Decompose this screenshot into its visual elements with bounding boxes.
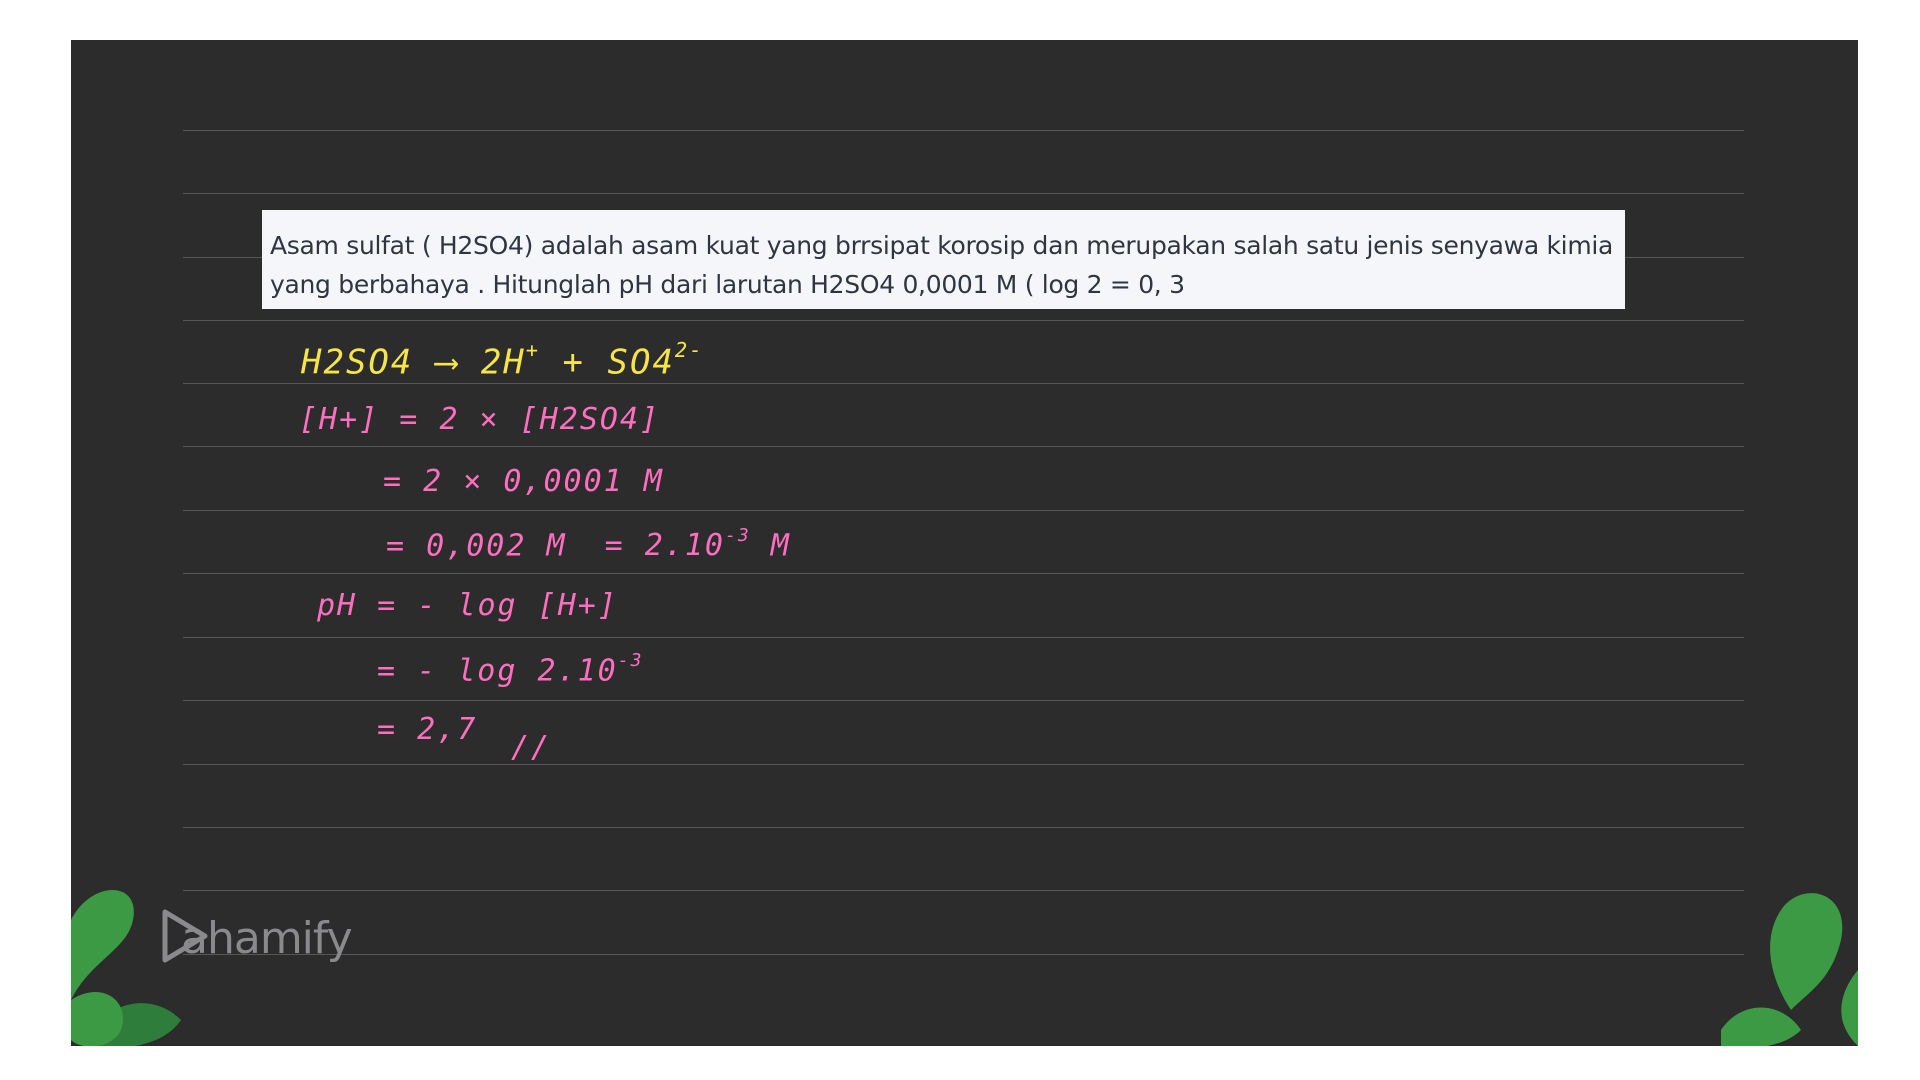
product-h-charge: +	[525, 338, 541, 362]
ruled-line	[183, 193, 1744, 194]
reactant: H2SO4	[301, 342, 414, 383]
final-answer-mark: //	[511, 730, 552, 765]
product-so4-charge: 2-	[674, 338, 704, 362]
step-1-rhs: 2 × [H2SO4]	[439, 402, 661, 437]
product-so4: SO4	[607, 342, 675, 383]
step-3: = 0,002 M = 2.10-3 M	[386, 525, 791, 563]
question-box: Asam sulfat ( H2SO4) adalah asam kuat ya…	[262, 210, 1625, 309]
step-2: = 2 × 0,0001 M	[383, 464, 664, 499]
reaction-plus: +	[562, 342, 586, 383]
ruled-line	[183, 383, 1744, 384]
step-5-text: = - log 2.10	[377, 653, 618, 689]
step-3-a: = 0,002 M	[386, 528, 567, 564]
ruled-line	[183, 637, 1744, 638]
brand-logo: ahamify	[159, 908, 353, 964]
step-4-lhs: pH =	[317, 588, 398, 623]
step-5: = - log 2.10-3	[377, 650, 643, 688]
step-1: [H+] = 2 × [H2SO4]	[299, 402, 660, 437]
leaf-decoration-right	[1721, 893, 1858, 1046]
reaction-arrow: ⟶	[435, 342, 459, 383]
ruled-line	[183, 827, 1744, 828]
brand-name: ahamify	[181, 913, 353, 964]
product-h: 2H	[480, 342, 526, 383]
reaction-equation: H2SO4 ⟶ 2H+ + SO42-	[301, 338, 703, 382]
ruled-line	[183, 510, 1744, 511]
step-3-unit: M	[770, 528, 791, 564]
ruled-line	[183, 890, 1744, 891]
ruled-line	[183, 573, 1744, 574]
step-4-rhs: - log [H+]	[417, 588, 618, 623]
question-line-2: yang berbahaya . Hitunglah pH dari larut…	[270, 270, 1185, 299]
ruled-line	[183, 320, 1744, 321]
ruled-line	[183, 954, 1744, 955]
ruled-line	[183, 764, 1744, 765]
question-line-1: Asam sulfat ( H2SO4) adalah asam kuat ya…	[270, 231, 1614, 260]
ruled-line	[183, 446, 1744, 447]
step-4: pH = - log [H+]	[317, 588, 618, 623]
step-5-exp: -3	[617, 650, 644, 671]
step-6: = 2,7	[377, 712, 478, 747]
ruled-line	[183, 700, 1744, 701]
step-1-lhs: [H+] =	[299, 402, 420, 437]
whiteboard: Asam sulfat ( H2SO4) adalah asam kuat ya…	[71, 40, 1858, 1046]
step-3-exp: -3	[725, 525, 751, 546]
step-3-b: = 2.10	[604, 528, 725, 564]
ruled-line	[183, 130, 1744, 131]
